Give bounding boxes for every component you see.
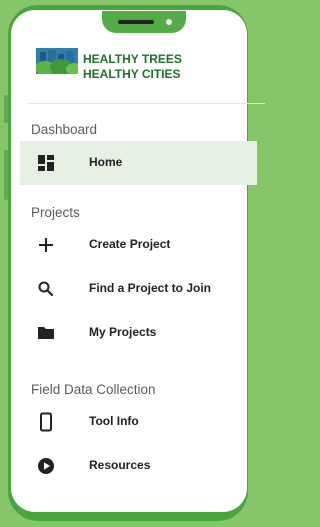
nav-label-find-project: Find a Project to Join [89,281,212,295]
play-circle-icon [38,458,54,474]
nav-label-my-projects: My Projects [89,325,157,339]
nav-label-create-project: Create Project [89,237,171,251]
dashboard-icon [38,155,54,171]
brand-name: HEALTHY TREES HEALTHY CITIES [83,52,182,82]
nav-label-resources: Resources [89,458,151,472]
phone-side-button [4,150,8,200]
nav-label-home: Home [89,155,123,169]
nav-item-tool-info[interactable]: Tool Info [20,400,257,444]
speaker-icon [118,20,154,24]
section-dashboard: Dashboard [31,122,98,137]
city-trees-logo-icon [36,48,78,74]
header-divider [29,103,265,104]
nav-label-tool-info: Tool Info [89,414,139,428]
nav-item-create-project[interactable]: Create Project [20,223,257,267]
nav-item-home[interactable]: Home [20,141,257,185]
section-field-data: Field Data Collection [31,382,156,397]
phone-icon [40,412,52,432]
nav-item-find-project[interactable]: Find a Project to Join [20,267,257,311]
plus-icon [39,238,53,252]
brand-line-2: HEALTHY CITIES [83,67,181,81]
search-icon [38,281,54,297]
section-projects: Projects [31,205,80,220]
phone-side-button [4,95,8,123]
camera-icon [166,19,172,25]
folder-icon [38,327,54,339]
brand-line-1: HEALTHY TREES [83,52,182,66]
nav-item-resources[interactable]: Resources [20,444,257,488]
nav-item-my-projects[interactable]: My Projects [20,311,257,355]
